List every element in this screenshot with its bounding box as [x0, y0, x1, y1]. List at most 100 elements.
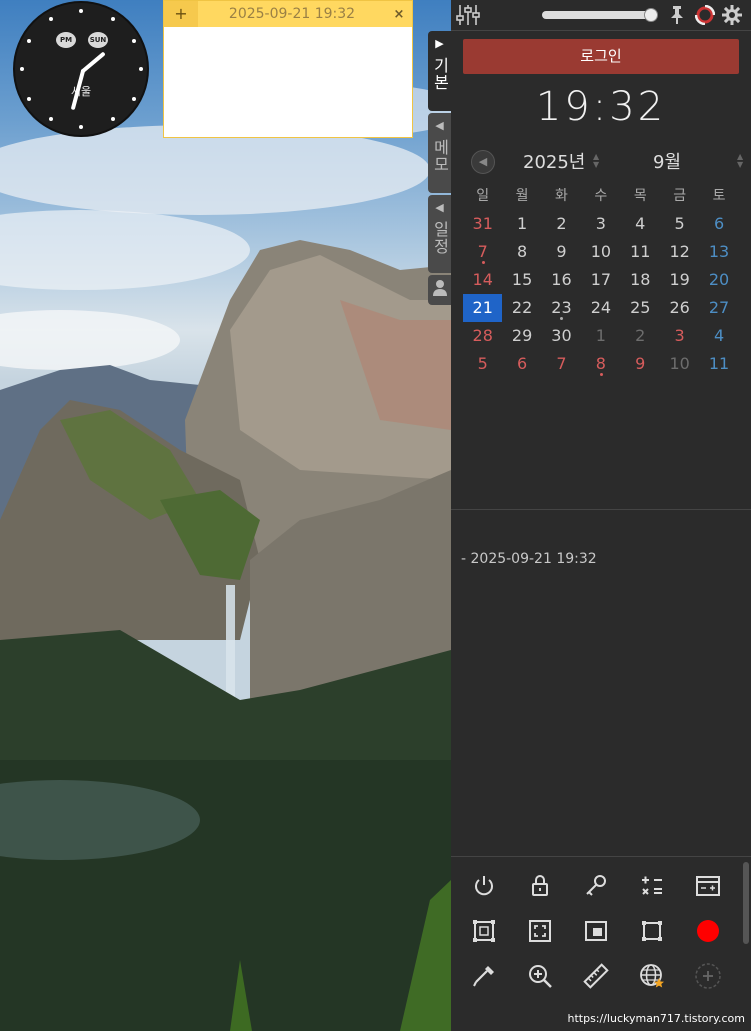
lock-icon[interactable] — [523, 869, 557, 903]
calendar-day[interactable]: 5 — [463, 350, 502, 378]
sync-icon[interactable] — [694, 4, 716, 29]
calendar-week-row: 7 8 9 10 11 12 13 — [463, 238, 739, 266]
tab-schedule[interactable]: ◀ 일정 — [428, 195, 451, 273]
calendar-day-today[interactable]: 21 — [463, 294, 503, 322]
clock-hour-hand — [80, 51, 106, 74]
tab-memo[interactable]: ◀ 메모 — [428, 113, 451, 193]
sticky-memo[interactable]: + 2025-09-21 19:32 × — [163, 0, 413, 138]
calendar-card-icon[interactable] — [691, 869, 725, 903]
calendar-day[interactable]: 12 — [660, 238, 699, 266]
tab-schedule-label: 일정 — [430, 221, 450, 255]
capture-region-icon[interactable] — [467, 914, 501, 948]
calendar-day[interactable]: 6 — [699, 210, 738, 238]
calendar-day[interactable]: 4 — [621, 210, 660, 238]
login-button[interactable]: 로그인 — [463, 39, 739, 74]
key-icon[interactable] — [579, 869, 613, 903]
user-icon — [432, 280, 447, 296]
calendar-day[interactable]: 9 — [542, 238, 581, 266]
calendar-day[interactable]: 24 — [581, 294, 620, 322]
calendar-day[interactable]: 23 — [542, 294, 581, 322]
memo-close-button[interactable]: × — [386, 7, 412, 22]
tool-scrollbar[interactable] — [743, 862, 749, 944]
desktop-wallpaper — [0, 0, 451, 1031]
calendar-week-row: 31 1 2 3 4 5 6 — [463, 210, 739, 238]
weekday-badge: SUN — [88, 32, 108, 48]
calendar-day[interactable]: 18 — [621, 266, 660, 294]
calendar-day[interactable]: 14 — [463, 266, 502, 294]
tab-basic[interactable]: ▶ 기본 — [428, 31, 451, 111]
tab-basic-arrow-icon: ▶ — [435, 37, 444, 50]
calendar-day[interactable]: 6 — [502, 350, 541, 378]
calendar-day[interactable]: 10 — [581, 238, 620, 266]
tab-user[interactable] — [428, 275, 451, 305]
pin-icon[interactable] — [669, 5, 685, 29]
panel-divider — [451, 509, 751, 510]
calendar-day[interactable]: 1 — [502, 210, 541, 238]
analog-clock-widget[interactable]: PM SUN 서울 — [13, 1, 149, 137]
calendar-day[interactable]: 31 — [463, 210, 502, 238]
calendar-day[interactable]: 17 — [581, 266, 620, 294]
tab-memo-label: 메모 — [430, 139, 450, 173]
opacity-slider-knob[interactable] — [644, 8, 658, 22]
calendar-day[interactable]: 19 — [660, 266, 699, 294]
power-icon[interactable] — [467, 869, 501, 903]
gear-icon[interactable] — [721, 4, 743, 30]
memo-list-item[interactable]: - 2025-09-21 19:32 — [461, 551, 597, 567]
record-icon[interactable] — [691, 914, 725, 948]
ruler-icon[interactable] — [579, 959, 613, 993]
calendar-day[interactable]: 4 — [699, 322, 738, 350]
month-spinner-icon[interactable]: ▲ ▼ — [737, 153, 743, 169]
opacity-slider[interactable] — [542, 11, 654, 19]
event-marker-icon — [560, 317, 564, 320]
calendar-day[interactable]: 20 — [699, 266, 738, 294]
calendar-day[interactable]: 25 — [621, 294, 660, 322]
zoom-in-icon[interactable] — [523, 959, 557, 993]
calendar-day[interactable]: 8 — [581, 350, 620, 378]
weekday-label: 일 — [476, 188, 490, 204]
capture-window-icon[interactable] — [579, 914, 613, 948]
month-label: 9월 — [653, 152, 682, 173]
memo-header[interactable]: + 2025-09-21 19:32 × — [164, 1, 412, 27]
calendar-day[interactable]: 11 — [621, 238, 660, 266]
add-tool-button[interactable] — [691, 959, 725, 993]
calendar-day[interactable]: 7 — [542, 350, 581, 378]
footer-url[interactable]: https://luckyman717.tistory.com — [567, 1012, 745, 1025]
calendar-day[interactable]: 3 — [660, 322, 699, 350]
calculator-icon[interactable] — [635, 869, 669, 903]
calendar-day[interactable]: 16 — [542, 266, 581, 294]
memo-add-button[interactable]: + — [164, 1, 198, 27]
calendar-day[interactable]: 9 — [621, 350, 660, 378]
calendar-day[interactable]: 7 — [463, 238, 502, 266]
color-picker-icon[interactable] — [467, 959, 501, 993]
weekday-header: 일 월 화 수 목 금 토 — [463, 182, 739, 210]
event-marker-icon — [481, 261, 485, 264]
calendar-day[interactable]: 29 — [502, 322, 541, 350]
calendar-day[interactable]: 26 — [660, 294, 699, 322]
capture-rect-icon[interactable] — [635, 914, 669, 948]
calendar-week-row: 14 15 16 17 18 19 20 — [463, 266, 739, 294]
prev-month-button[interactable]: ◀ — [471, 150, 495, 174]
calendar-day[interactable]: 28 — [463, 322, 502, 350]
calendar-day[interactable]: 5 — [660, 210, 699, 238]
year-label: 2025년 — [523, 152, 586, 173]
calendar-day[interactable]: 1 — [581, 322, 620, 350]
year-spinner-icon[interactable]: ▲ ▼ — [593, 153, 599, 169]
globe-star-icon[interactable] — [635, 959, 669, 993]
calendar-day[interactable]: 2 — [621, 322, 660, 350]
calendar-grid: 일 월 화 수 목 금 토 31 1 2 3 4 5 6 7 8 9 10 11 12 13 14 15 16 1… — [463, 182, 739, 378]
calendar-day[interactable]: 3 — [581, 210, 620, 238]
calendar-day[interactable]: 22 — [502, 294, 541, 322]
calendar-day[interactable]: 27 — [699, 294, 738, 322]
memo-date: 2025-09-21 19:32 — [228, 6, 356, 22]
weekday-label: 목 — [633, 188, 647, 204]
calendar-day[interactable]: 8 — [502, 238, 541, 266]
calendar-day[interactable]: 2 — [542, 210, 581, 238]
ampm-badge: PM — [56, 32, 76, 48]
capture-fullscreen-icon[interactable] — [523, 914, 557, 948]
calendar-day[interactable]: 11 — [699, 350, 738, 378]
calendar-day[interactable]: 15 — [502, 266, 541, 294]
equalizer-settings-icon[interactable] — [455, 3, 481, 31]
calendar-day[interactable]: 13 — [699, 238, 738, 266]
calendar-day[interactable]: 30 — [542, 322, 581, 350]
calendar-day[interactable]: 10 — [660, 350, 699, 378]
